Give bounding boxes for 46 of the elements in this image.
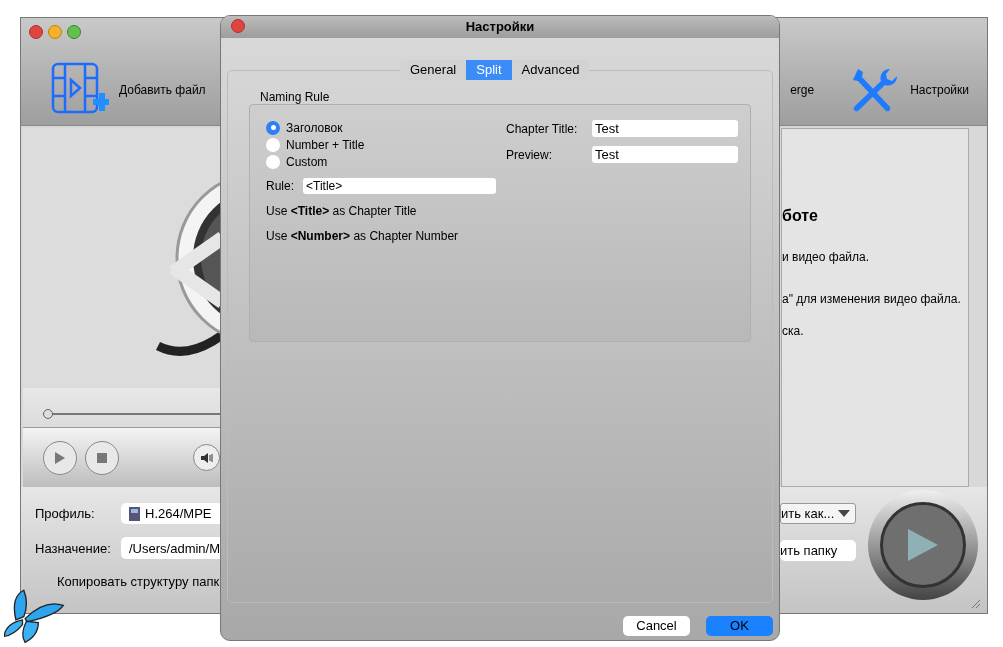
rule-label: Rule: — [266, 178, 294, 195]
tab[interactable]: Advanced — [511, 60, 590, 80]
play-button[interactable] — [43, 440, 77, 475]
hint-text: Use <Title> as Chapter Title — [266, 203, 418, 220]
group-title: Naming Rule — [259, 89, 331, 106]
volume-button[interactable] — [193, 444, 220, 472]
radio-button[interactable] — [266, 154, 280, 169]
info-text: а" для изменения видео файла. — [782, 291, 962, 309]
radio-label: Number + Title — [286, 136, 365, 154]
profile-value: H.264/MPE — [145, 505, 212, 524]
radio-label: Custom — [286, 153, 328, 171]
cancel-button[interactable]: Cancel — [623, 616, 690, 636]
caret-icon — [838, 510, 851, 518]
dialog-close-button[interactable] — [231, 19, 245, 33]
info-text: ска. — [782, 323, 805, 341]
destination-label: Назначение: — [35, 539, 112, 558]
toolbar-label[interactable]: Добавить файл — [119, 80, 206, 99]
speaker-icon — [199, 451, 214, 464]
zoom-button[interactable] — [67, 25, 81, 39]
play-icon — [54, 450, 66, 465]
stop-icon — [97, 452, 107, 463]
profile-label: Профиль: — [35, 505, 96, 524]
hint-text: Use <Number> as Chapter Number — [266, 228, 460, 245]
butterfly-icon — [4, 588, 66, 644]
radio-button[interactable] — [266, 120, 280, 135]
chapter-title-label: Chapter Title: — [506, 120, 579, 138]
dialog-title: Настройки — [465, 18, 535, 37]
rule-field[interactable]: <Title> — [303, 178, 496, 194]
radio-button[interactable] — [266, 137, 280, 152]
save-as-dropdown[interactable]: ить как... — [780, 503, 856, 525]
play-icon — [906, 527, 940, 564]
preview-label: Preview: — [506, 146, 553, 164]
toolbar-label[interactable]: Настройки — [910, 80, 969, 99]
toolbar-label[interactable]: erge — [790, 80, 815, 99]
ok-button[interactable]: OK — [706, 616, 773, 636]
preview-field[interactable]: Test — [592, 146, 738, 163]
tab[interactable]: General — [400, 60, 467, 80]
radio-label: Заголовок — [286, 119, 343, 137]
chapter-title-field[interactable]: Test — [592, 120, 738, 137]
close-button[interactable] — [29, 25, 43, 39]
open-folder-button[interactable]: ить папку — [780, 540, 856, 562]
video-file-icon — [129, 506, 140, 521]
info-text: и видео файла. — [782, 249, 871, 267]
resize-grip-icon — [971, 599, 981, 609]
stop-button[interactable] — [85, 440, 119, 475]
info-heading: боте — [782, 206, 819, 227]
